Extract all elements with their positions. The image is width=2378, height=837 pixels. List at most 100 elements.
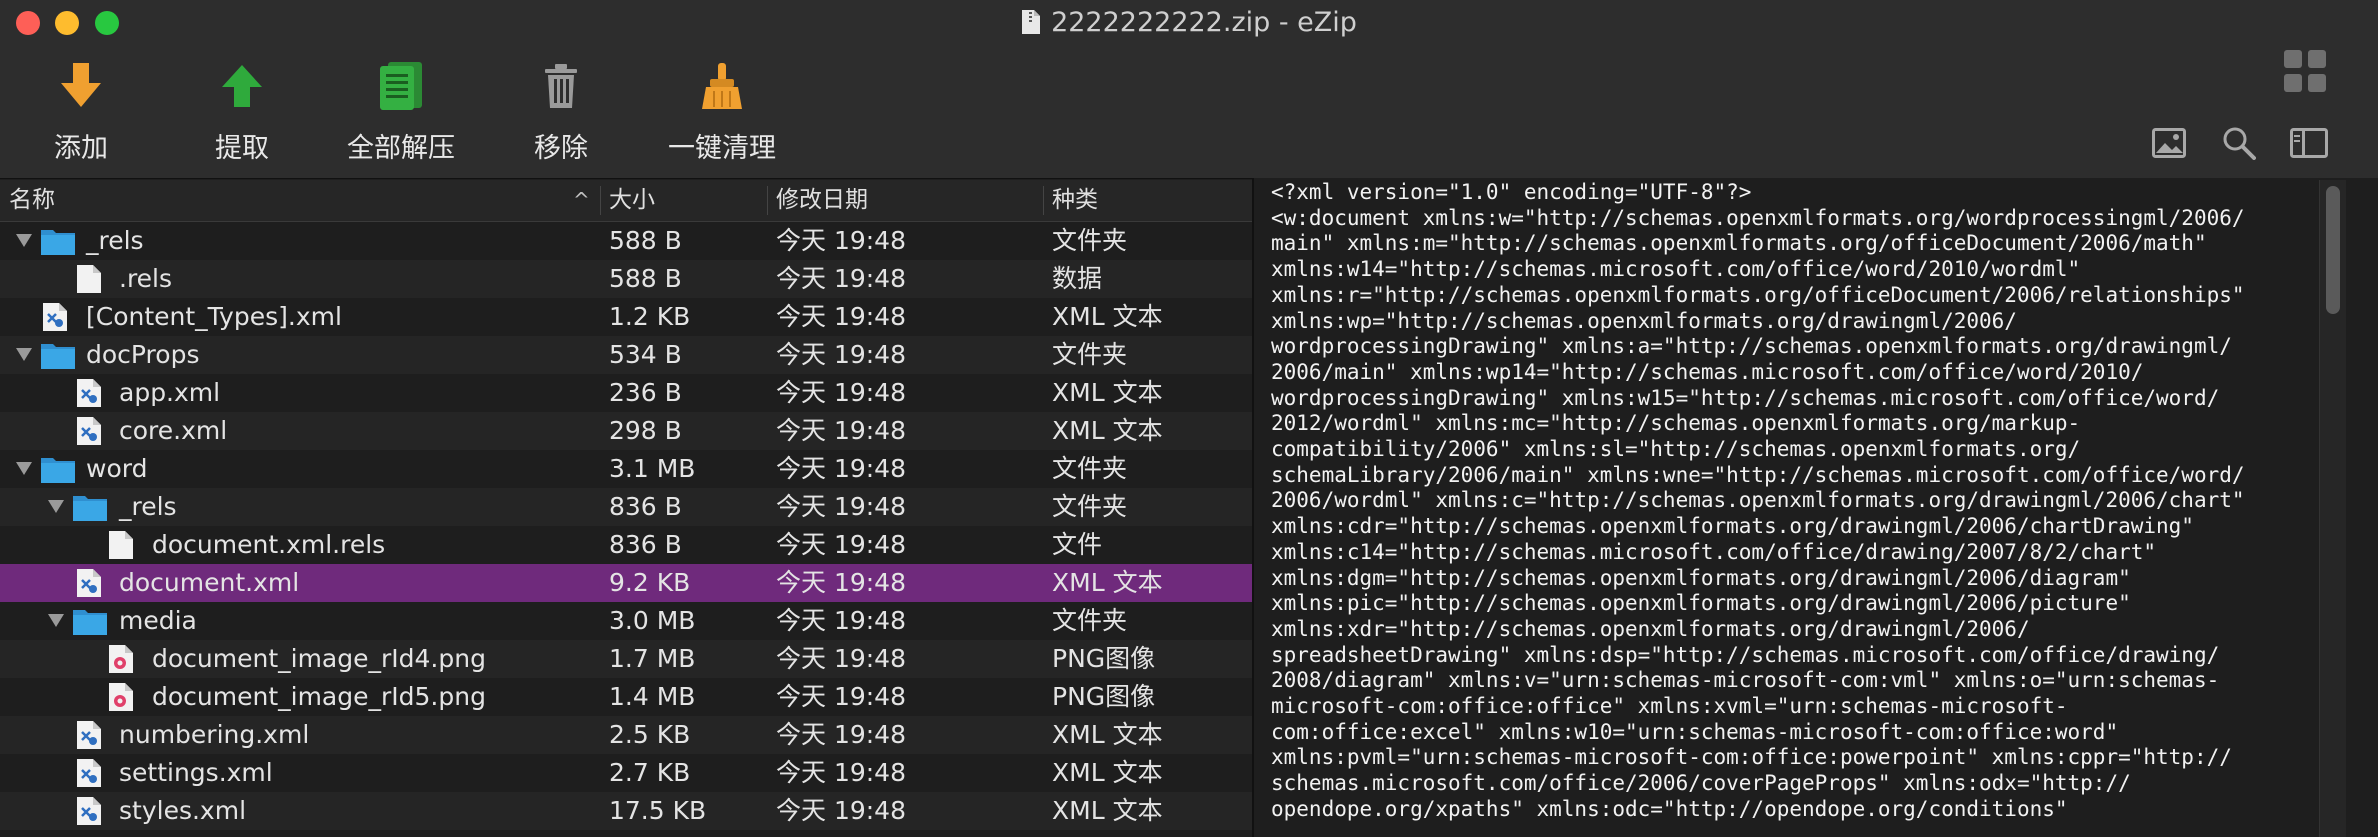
extract-all-button[interactable]: 全部解压 [316, 56, 486, 165]
xml-preview-text: <?xml version="1.0" encoding="UTF-8"?> <… [1271, 180, 2245, 821]
file-size: 1.2 KB [609, 302, 691, 331]
sort-ascending-icon[interactable]: ^ [573, 180, 590, 221]
file-name: word [86, 454, 148, 483]
column-size-header[interactable]: 大小 [609, 180, 655, 221]
file-size: 17.5 KB [609, 796, 707, 825]
disclosure-triangle-icon[interactable] [16, 462, 32, 475]
file-date: 今天 19:48 [776, 378, 906, 407]
file-row[interactable]: [Content_Types].xml 1.2 KB 今天 19:48 XML … [0, 298, 1252, 336]
add-label: 添加 [54, 133, 108, 164]
clean-button[interactable]: 一键清理 [637, 56, 807, 165]
file-row[interactable]: media 3.0 MB 今天 19:48 文件夹 [0, 602, 1252, 640]
disclosure-triangle-icon[interactable] [16, 348, 32, 361]
file-date: 今天 19:48 [776, 492, 906, 521]
file-name: numbering.xml [119, 720, 310, 749]
xml-file-icon [76, 720, 102, 756]
file-date: 今天 19:48 [776, 226, 906, 255]
column-separator[interactable] [767, 186, 768, 215]
file-row[interactable]: settings.xml 2.7 KB 今天 19:48 XML 文本 [0, 754, 1252, 792]
extract-all-icon [316, 56, 486, 116]
file-row[interactable]: _rels 836 B 今天 19:48 文件夹 [0, 488, 1252, 526]
extract-all-label: 全部解压 [347, 133, 455, 164]
add-arrow-icon [0, 56, 166, 116]
folder-icon [72, 606, 108, 642]
file-date: 今天 19:48 [776, 454, 906, 483]
folder-icon [40, 454, 76, 490]
file-name: settings.xml [119, 758, 273, 787]
file-row[interactable]: app.xml 236 B 今天 19:48 XML 文本 [0, 374, 1252, 412]
file-row[interactable]: document.xml.rels 836 B 今天 19:48 文件 [0, 526, 1252, 564]
file-kind: XML 文本 [1052, 416, 1163, 445]
preview-scrollbar[interactable] [2326, 186, 2340, 314]
file-name: core.xml [119, 416, 228, 445]
xml-file-icon [42, 302, 68, 338]
file-row[interactable]: word 3.1 MB 今天 19:48 文件夹 [0, 450, 1252, 488]
folder-icon [40, 340, 76, 376]
file-date: 今天 19:48 [776, 682, 906, 711]
column-name-header[interactable]: 名称 [9, 180, 55, 221]
image-preview-icon[interactable] [2152, 128, 2186, 162]
file-list: _rels 588 B 今天 19:48 文件夹 .rels 588 B 今天 … [0, 222, 1252, 830]
extract-label: 提取 [215, 133, 269, 164]
file-date: 今天 19:48 [776, 340, 906, 369]
xml-file-icon [76, 796, 102, 832]
extract-arrow-icon [157, 56, 327, 116]
column-separator[interactable] [600, 186, 601, 215]
file-row[interactable]: document_image_rId5.png 1.4 MB 今天 19:48 … [0, 678, 1252, 716]
file-row[interactable]: styles.xml 17.5 KB 今天 19:48 XML 文本 [0, 792, 1252, 830]
column-separator[interactable] [1043, 186, 1044, 215]
disclosure-triangle-icon[interactable] [48, 500, 64, 513]
xml-file-icon [76, 758, 102, 794]
file-name: _rels [119, 492, 177, 521]
grid-view-icon[interactable] [2282, 48, 2328, 98]
column-kind-header[interactable]: 种类 [1052, 180, 1098, 221]
file-kind: 文件夹 [1052, 226, 1128, 255]
file-size: 9.2 KB [609, 568, 691, 597]
window-title: 2222222222.zip - eZip [0, 4, 2378, 46]
file-date: 今天 19:48 [776, 568, 906, 597]
file-row[interactable]: numbering.xml 2.5 KB 今天 19:48 XML 文本 [0, 716, 1252, 754]
xml-file-icon [76, 378, 102, 414]
file-row[interactable]: core.xml 298 B 今天 19:48 XML 文本 [0, 412, 1252, 450]
file-name: document_image_rId4.png [152, 644, 486, 673]
file-kind: XML 文本 [1052, 378, 1163, 407]
file-kind: 文件夹 [1052, 454, 1128, 483]
png-file-icon [108, 644, 134, 680]
preview-pane: <?xml version="1.0" encoding="UTF-8"?> <… [1254, 178, 2378, 837]
file-kind: 文件夹 [1052, 340, 1128, 369]
disclosure-triangle-icon[interactable] [16, 234, 32, 247]
file-kind: XML 文本 [1052, 758, 1163, 787]
search-icon[interactable] [2222, 126, 2256, 164]
file-date: 今天 19:48 [776, 644, 906, 673]
folder-icon [72, 492, 108, 528]
file-size: 2.5 KB [609, 720, 691, 749]
sidebar-toggle-icon[interactable] [2290, 128, 2328, 162]
disclosure-triangle-icon[interactable] [48, 614, 64, 627]
document-icon [108, 530, 134, 566]
file-row[interactable]: _rels 588 B 今天 19:48 文件夹 [0, 222, 1252, 260]
file-size: 836 B [609, 492, 682, 521]
file-row[interactable]: document_image_rId4.png 1.7 MB 今天 19:48 … [0, 640, 1252, 678]
remove-button[interactable]: 移除 [476, 56, 646, 165]
file-date: 今天 19:48 [776, 720, 906, 749]
extract-button[interactable]: 提取 [157, 56, 327, 165]
file-name: document_image_rId5.png [152, 682, 486, 711]
file-kind: XML 文本 [1052, 568, 1163, 597]
file-name: document.xml.rels [152, 530, 386, 559]
file-row[interactable]: docProps 534 B 今天 19:48 文件夹 [0, 336, 1252, 374]
column-header: 名称 ^ 大小 修改日期 种类 [0, 180, 1252, 222]
column-modified-header[interactable]: 修改日期 [776, 180, 868, 221]
file-name: [Content_Types].xml [86, 302, 342, 331]
file-size: 588 B [609, 264, 682, 293]
file-size: 2.7 KB [609, 758, 691, 787]
file-date: 今天 19:48 [776, 416, 906, 445]
file-size: 1.4 MB [609, 682, 696, 711]
file-row[interactable]: .rels 588 B 今天 19:48 数据 [0, 260, 1252, 298]
add-button[interactable]: 添加 [0, 56, 166, 165]
file-name: document.xml [119, 568, 300, 597]
file-row-selected[interactable]: document.xml 9.2 KB 今天 19:48 XML 文本 [0, 564, 1252, 602]
xml-file-icon [76, 416, 102, 452]
file-size: 3.1 MB [609, 454, 696, 483]
file-size: 236 B [609, 378, 682, 407]
file-name: _rels [86, 226, 144, 255]
